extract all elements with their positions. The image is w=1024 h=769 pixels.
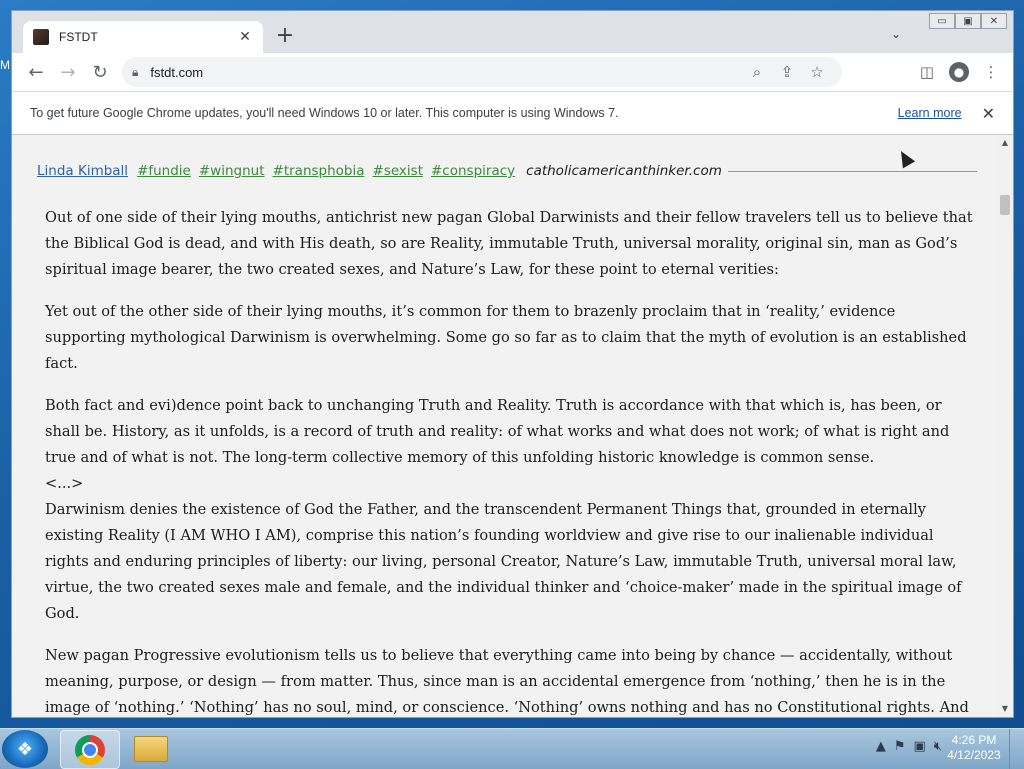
forward-button[interactable]: → bbox=[52, 56, 84, 88]
taskbar-chrome-button[interactable] bbox=[60, 730, 120, 769]
update-infobar: To get future Google Chrome updates, you… bbox=[12, 91, 1013, 135]
new-tab-button[interactable]: + bbox=[274, 25, 296, 47]
clock-time: 4:26 PM bbox=[951, 733, 997, 747]
reload-button[interactable]: ↻ bbox=[84, 56, 116, 88]
tab-close-icon[interactable]: ✕ bbox=[237, 29, 253, 45]
tag-link[interactable]: #fundie bbox=[137, 163, 191, 179]
network-icon[interactable]: ▣ bbox=[914, 739, 926, 754]
taskbar: ❖ ▲ ⚑ ▣ 🔇︎ 4:26 PM 4/12/2023 bbox=[0, 728, 1024, 769]
quote-paragraph: Out of one side of their lying mouths, a… bbox=[45, 209, 973, 278]
url-text[interactable]: fstdt.com bbox=[150, 65, 742, 80]
site-favicon-icon bbox=[33, 29, 49, 45]
tray-expand-icon[interactable]: ▲ bbox=[876, 739, 886, 754]
quote-paragraph: Yet out of the other side of their lying… bbox=[45, 303, 967, 372]
action-center-flag-icon[interactable]: ⚑ bbox=[894, 739, 906, 754]
profile-button[interactable]: ● bbox=[943, 57, 975, 87]
page-content: Linda Kimball #fundie #wingnut #transpho… bbox=[12, 135, 997, 717]
address-bar[interactable]: 🔒︎ fstdt.com ⌕ ⇪ ☆ bbox=[122, 57, 842, 87]
toolbar-right: ◫ ● ⋮ bbox=[911, 57, 1007, 87]
tag-link[interactable]: #transphobia bbox=[273, 163, 365, 179]
page-scrollbar[interactable]: ▲ ▼ bbox=[997, 135, 1013, 717]
bookmark-star-icon[interactable]: ☆ bbox=[802, 63, 832, 81]
scroll-up-arrow-icon[interactable]: ▲ bbox=[997, 135, 1013, 151]
tag-link[interactable]: #conspiracy bbox=[431, 163, 515, 179]
folder-icon bbox=[134, 735, 168, 762]
scroll-thumb[interactable] bbox=[1000, 195, 1010, 215]
back-button[interactable]: ← bbox=[20, 56, 52, 88]
browser-toolbar: ← → ↻ 🔒︎ fstdt.com ⌕ ⇪ ☆ ◫ ● ⋮ bbox=[12, 53, 1013, 91]
learn-more-link[interactable]: Learn more bbox=[898, 106, 962, 120]
tag-link[interactable]: #wingnut bbox=[199, 163, 265, 179]
infobar-close-icon[interactable]: ✕ bbox=[982, 104, 995, 123]
tag-link[interactable]: #sexist bbox=[373, 163, 423, 179]
tab-title: FSTDT bbox=[59, 30, 98, 44]
start-button[interactable]: ❖ bbox=[2, 730, 48, 768]
divider bbox=[727, 170, 977, 172]
share-icon[interactable]: ⇪ bbox=[772, 63, 802, 81]
browser-window: ▭ ▣ ✕ FSTDT ✕ + ⌄ ← → ↻ 🔒︎ fstdt.com ⌕ ⇪… bbox=[11, 10, 1014, 718]
quote-paragraph: New pagan Progressive evolutionism tells… bbox=[45, 647, 969, 716]
author-link[interactable]: Linda Kimball bbox=[37, 163, 128, 179]
taskbar-explorer-button[interactable] bbox=[122, 730, 180, 767]
tab-fstdt[interactable]: FSTDT ✕ bbox=[23, 21, 263, 53]
post-meta: Linda Kimball #fundie #wingnut #transpho… bbox=[37, 163, 977, 179]
search-icon[interactable]: ⌕ bbox=[742, 63, 772, 81]
chrome-icon bbox=[75, 734, 105, 765]
show-desktop-button[interactable] bbox=[1009, 729, 1024, 769]
quote-paragraph: Both fact and evi)dence point back to un… bbox=[45, 397, 950, 466]
infobar-message: To get future Google Chrome updates, you… bbox=[30, 106, 619, 120]
menu-kebab-icon[interactable]: ⋮ bbox=[975, 57, 1007, 87]
clock-date: 4/12/2023 bbox=[947, 748, 1001, 762]
volume-muted-icon[interactable]: 🔇︎ bbox=[934, 739, 942, 754]
system-tray: ▲ ⚑ ▣ 🔇︎ bbox=[876, 739, 942, 754]
source-site: catholicamericanthinker.com bbox=[526, 163, 722, 179]
ellipsis-marker: <...> bbox=[45, 475, 84, 492]
side-panel-icon[interactable]: ◫ bbox=[911, 57, 943, 87]
windows-logo-icon: ❖ bbox=[16, 738, 34, 760]
lock-icon[interactable]: 🔒︎ bbox=[132, 65, 138, 80]
quote-paragraph: Darwinism denies the existence of God th… bbox=[45, 501, 962, 622]
profile-avatar-icon: ● bbox=[949, 62, 969, 82]
clock[interactable]: 4:26 PM 4/12/2023 bbox=[944, 733, 1004, 763]
tab-strip: FSTDT ✕ + ⌄ bbox=[12, 11, 1013, 53]
quote-body: Out of one side of their lying mouths, a… bbox=[45, 205, 980, 717]
scroll-down-arrow-icon[interactable]: ▼ bbox=[997, 701, 1013, 717]
tab-search-icon[interactable]: ⌄ bbox=[891, 27, 901, 41]
